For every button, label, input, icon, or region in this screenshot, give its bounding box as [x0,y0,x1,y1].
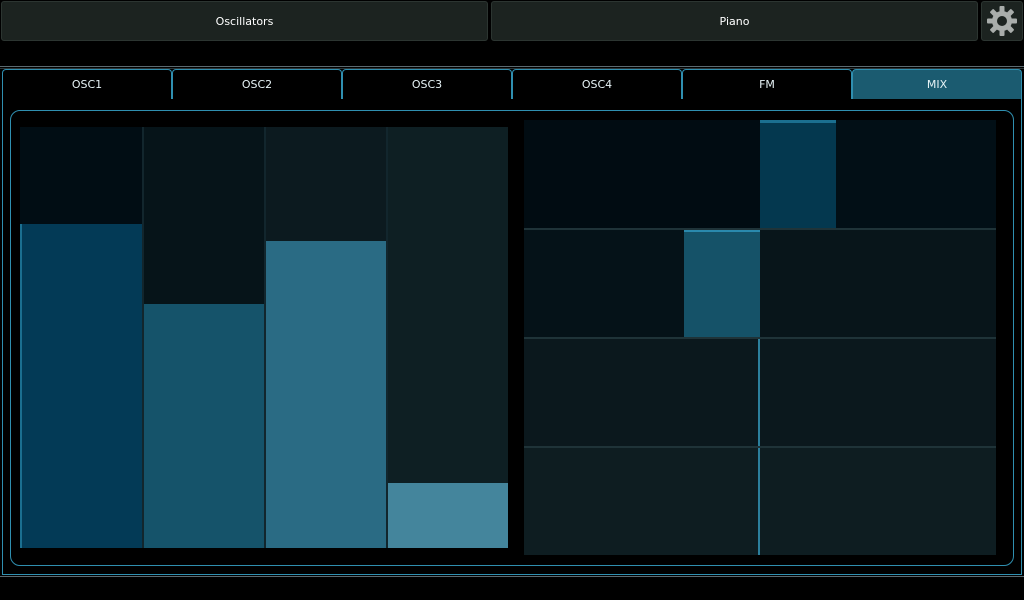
tab-osc2[interactable]: OSC2 [172,69,342,99]
matrix-active-cell [684,229,760,337]
matrix-cell-handle [760,120,836,123]
matrix-cell-left [524,447,760,555]
tab-osc1[interactable]: OSC1 [2,69,172,99]
matrix-cell-left [524,229,684,337]
fader-fill [20,224,142,548]
fader-divider [142,127,144,548]
matrix-active-cell [760,120,836,228]
tab-osc3[interactable]: OSC3 [342,69,512,99]
fader-fill [386,483,508,548]
matrix-cell-right [760,338,996,446]
fader-divider [264,127,266,548]
matrix-cell-left [524,120,760,228]
matrix-gridline [524,337,996,339]
fader-fill [142,304,264,548]
fader-4[interactable] [386,127,508,548]
fader-3[interactable] [264,127,386,548]
fader-1[interactable] [20,127,142,548]
settings-button[interactable] [981,1,1023,41]
tab-bar: OSC1 OSC2 OSC3 OSC4 FM MIX [2,69,1022,99]
fader-divider [386,127,388,548]
gear-icon [987,6,1017,36]
routing-matrix [524,120,996,556]
oscillators-button[interactable]: Oscillators [1,1,488,41]
matrix-row-1[interactable] [524,120,996,228]
matrix-split-handle [758,338,760,446]
fader-fill [264,241,386,548]
bottom-divider [0,576,1024,577]
matrix-gridline [524,446,996,448]
matrix-cell-right [760,447,996,555]
tab-fm[interactable]: FM [682,69,852,99]
matrix-row-2[interactable] [524,229,996,337]
matrix-row-4[interactable] [524,447,996,555]
matrix-cell-left [524,338,760,446]
tab-mix[interactable]: MIX [852,69,1022,99]
tab-osc4[interactable]: OSC4 [512,69,682,99]
fader-2[interactable] [142,127,264,548]
matrix-gridline [524,228,996,230]
matrix-row-3[interactable] [524,338,996,446]
matrix-split-handle [758,447,760,555]
top-divider [0,66,1024,67]
piano-button[interactable]: Piano [491,1,978,41]
level-faders [20,127,508,548]
